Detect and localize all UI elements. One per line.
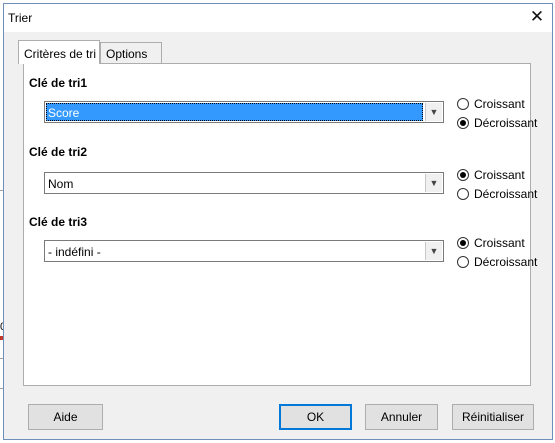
radio-checked-icon[interactable]: [457, 237, 469, 249]
dialog-title: Trier: [8, 11, 33, 25]
sort-key-3-value: - indéfini -: [48, 245, 101, 259]
sort-key-1-label: Clé de tri1: [29, 76, 88, 90]
sort-key-2-value: Nom: [48, 177, 74, 191]
sort-criteria-panel: Clé de tri1 Score ▼ Croissant Décroissan…: [23, 63, 537, 386]
radio-icon[interactable]: [457, 256, 469, 268]
sort-key-1-select[interactable]: Score ▼: [44, 101, 444, 123]
radio-icon[interactable]: [457, 98, 469, 110]
radio-icon[interactable]: [457, 188, 469, 200]
help-button[interactable]: Aide: [28, 404, 103, 430]
sort-key-2-ascending-label: Croissant: [474, 168, 525, 182]
sort-dialog: Trier ✕ Critères de tri Options Clé de t…: [3, 3, 553, 440]
sort-key-2-select[interactable]: Nom ▼: [44, 172, 444, 194]
sort-key-1-value: Score: [46, 103, 423, 121]
sort-key-3-select[interactable]: - indéfini - ▼: [44, 240, 444, 262]
sort-key-2-label: Clé de tri2: [29, 145, 88, 159]
close-icon[interactable]: ✕: [524, 5, 550, 29]
radio-checked-icon[interactable]: [457, 117, 469, 129]
sort-key-3-ascending-label: Croissant: [474, 236, 525, 250]
sort-key-3-label: Clé de tri3: [29, 215, 88, 229]
chevron-down-icon[interactable]: ▼: [425, 174, 442, 192]
tab-options[interactable]: Options: [100, 42, 162, 64]
title-bar: Trier ✕: [4, 4, 552, 32]
ok-button[interactable]: OK: [279, 404, 352, 430]
tab-sort-criteria[interactable]: Critères de tri: [18, 40, 100, 64]
cancel-button[interactable]: Annuler: [365, 404, 438, 430]
sort-key-3-descending-label: Décroissant: [474, 255, 538, 269]
radio-checked-icon[interactable]: [457, 169, 469, 181]
chevron-down-icon[interactable]: ▼: [425, 242, 442, 260]
reset-button[interactable]: Réinitialiser: [452, 404, 534, 430]
sort-key-2-descending-label: Décroissant: [474, 187, 538, 201]
chevron-down-icon[interactable]: ▼: [425, 103, 442, 121]
sort-key-1-ascending-label: Croissant: [474, 97, 525, 111]
sort-key-1-descending-label: Décroissant: [474, 116, 538, 130]
